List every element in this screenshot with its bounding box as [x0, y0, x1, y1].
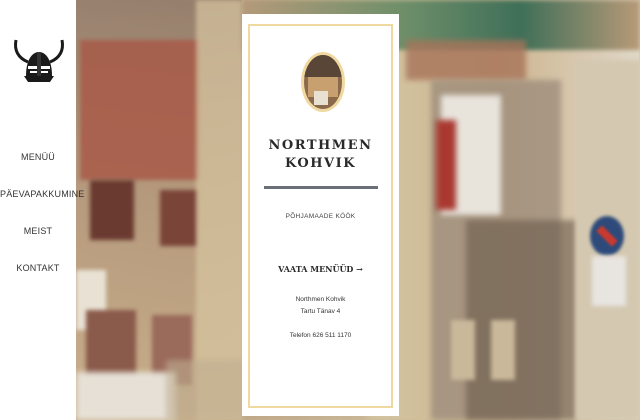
viking-helmet-icon	[14, 39, 64, 82]
nav-item-menu[interactable]: MENÜÜ	[0, 150, 76, 187]
sidebar: MENÜÜ PÄEVAPAKKUMINE MEIST KONTAKT	[0, 0, 84, 420]
cafe-photo-medallion	[301, 52, 345, 112]
tagline: PÕHJAMAADE KÖÖK	[285, 213, 356, 220]
address-name: Northmen Kohvik	[295, 296, 346, 303]
divider	[264, 186, 378, 189]
brand-name-line2: KOHVIK	[284, 156, 357, 171]
brand-name-line1: NORTHMEN	[268, 138, 373, 153]
logo[interactable]	[10, 36, 68, 84]
address-street: Tartu Tänav 4	[300, 308, 341, 315]
main-nav: MENÜÜ PÄEVAPAKKUMINE MEIST KONTAKT	[0, 150, 84, 298]
view-menu-link[interactable]: VAATA MENÜÜD →	[250, 264, 391, 274]
nav-item-about[interactable]: MEIST	[0, 224, 76, 261]
hero-card: NORTHMEN KOHVIK PÕHJAMAADE KÖÖK VAATA ME…	[242, 14, 399, 416]
nav-item-daily-offer[interactable]: PÄEVAPAKKUMINE	[0, 187, 84, 224]
nav-item-contact[interactable]: KONTAKT	[0, 261, 76, 298]
card-frame: NORTHMEN KOHVIK PÕHJAMAADE KÖÖK VAATA ME…	[248, 24, 393, 408]
phone-number: Telefon 626 511 1170	[289, 332, 352, 339]
